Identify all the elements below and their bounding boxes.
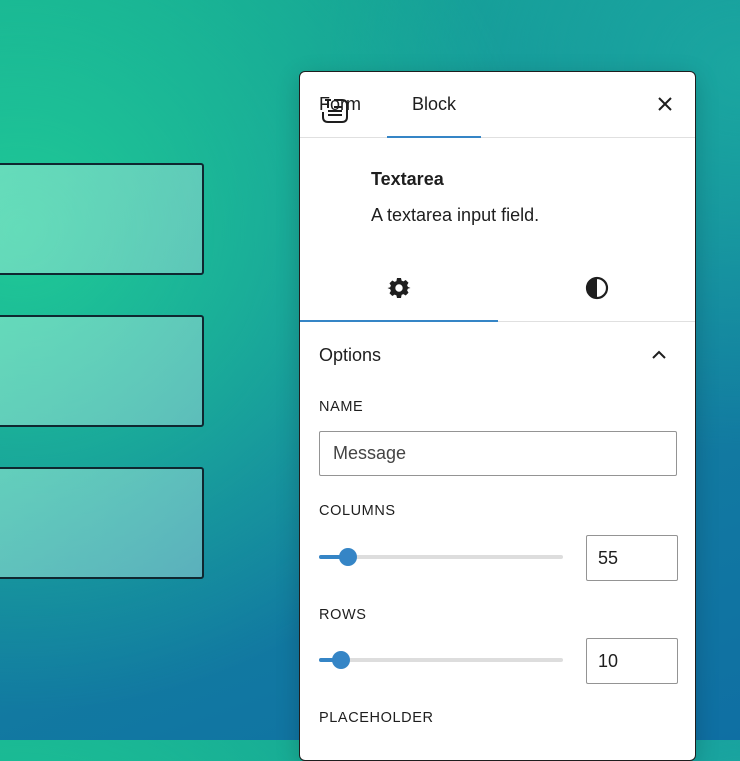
name-label: NAME bbox=[319, 399, 364, 415]
tab-settings[interactable] bbox=[300, 255, 498, 322]
rows-slider[interactable] bbox=[319, 649, 563, 671]
columns-label: COLUMNS bbox=[319, 503, 396, 519]
tab-styles[interactable] bbox=[498, 255, 695, 321]
name-field[interactable] bbox=[319, 431, 677, 476]
background-form-field-2 bbox=[0, 315, 204, 427]
tab-block[interactable]: Block bbox=[387, 72, 481, 138]
placeholder-label: PLACEHOLDER bbox=[319, 710, 434, 726]
background-form-field-1 bbox=[0, 163, 204, 275]
chevron-up-icon[interactable] bbox=[649, 345, 669, 365]
rows-slider-thumb[interactable] bbox=[331, 651, 350, 669]
block-description: A textarea input field. bbox=[371, 205, 540, 225]
options-section-title: Options bbox=[319, 345, 382, 365]
panel-tab-bar: Form Block bbox=[300, 72, 695, 138]
close-icon[interactable] bbox=[653, 92, 677, 116]
half-circle-contrast-icon bbox=[585, 276, 609, 300]
rows-label: ROWS bbox=[319, 607, 367, 623]
rows-slider-track bbox=[319, 658, 563, 662]
block-settings-panel: Form Block Textarea A textarea input fie… bbox=[299, 71, 696, 761]
columns-number-input[interactable] bbox=[586, 535, 678, 581]
block-title: Textarea bbox=[371, 169, 444, 189]
settings-subtabs bbox=[300, 255, 695, 322]
columns-slider[interactable] bbox=[319, 546, 563, 568]
textarea-block-icon bbox=[322, 99, 348, 123]
rows-number-input[interactable] bbox=[586, 638, 678, 684]
gear-icon bbox=[387, 278, 411, 298]
background-form-field-3 bbox=[0, 467, 204, 579]
columns-slider-thumb[interactable] bbox=[339, 548, 358, 566]
